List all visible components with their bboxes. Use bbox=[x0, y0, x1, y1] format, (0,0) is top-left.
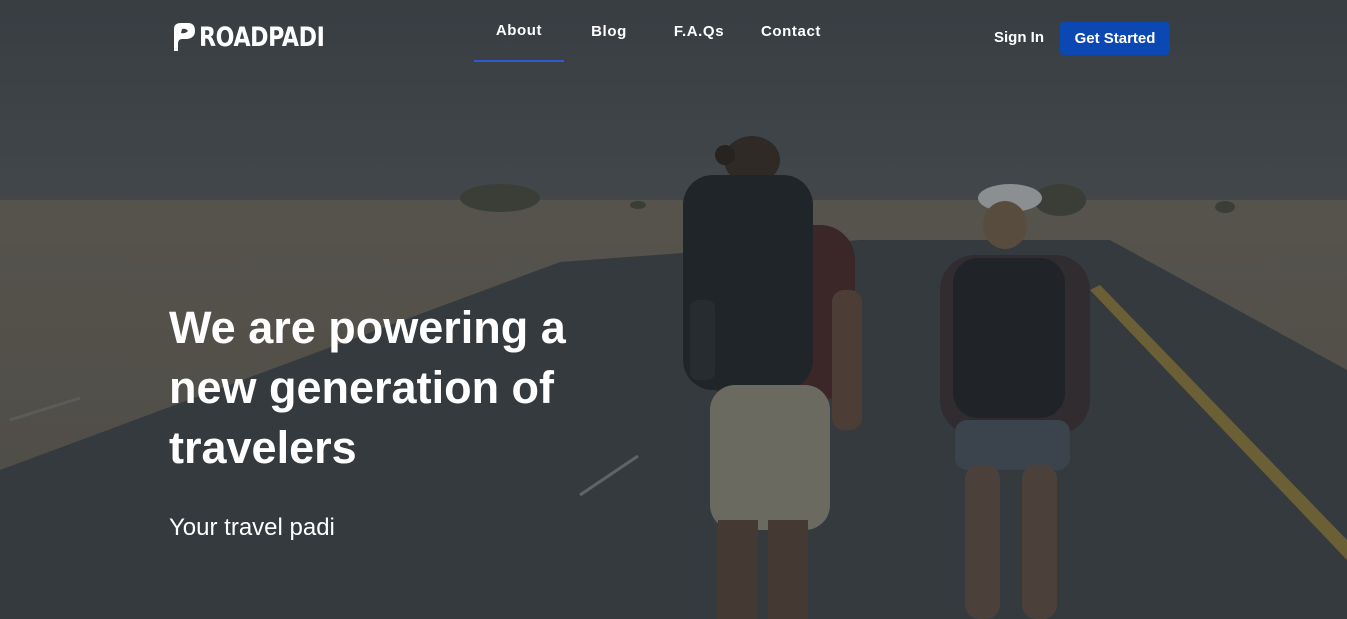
nav-link-about[interactable]: About bbox=[474, 0, 564, 62]
nav-links: About Blog F.A.Qs Contact bbox=[474, 0, 838, 62]
hero-subtitle: Your travel padi bbox=[169, 514, 335, 541]
nav-link-faqs[interactable]: F.A.Qs bbox=[654, 0, 744, 62]
brand-name: ROADPADI bbox=[199, 21, 325, 53]
top-navbar: ROADPADI About Blog F.A.Qs Contact Sign … bbox=[0, 0, 1347, 76]
sign-in-link[interactable]: Sign In bbox=[994, 29, 1044, 46]
brand-logo[interactable]: ROADPADI bbox=[172, 21, 352, 53]
hero-headline: We are powering a new generation of trav… bbox=[169, 302, 566, 473]
nav-link-blog[interactable]: Blog bbox=[564, 0, 654, 62]
roadpadi-logo-icon bbox=[174, 23, 195, 51]
nav-link-contact[interactable]: Contact bbox=[744, 0, 838, 62]
get-started-button[interactable]: Get Started bbox=[1060, 22, 1170, 55]
